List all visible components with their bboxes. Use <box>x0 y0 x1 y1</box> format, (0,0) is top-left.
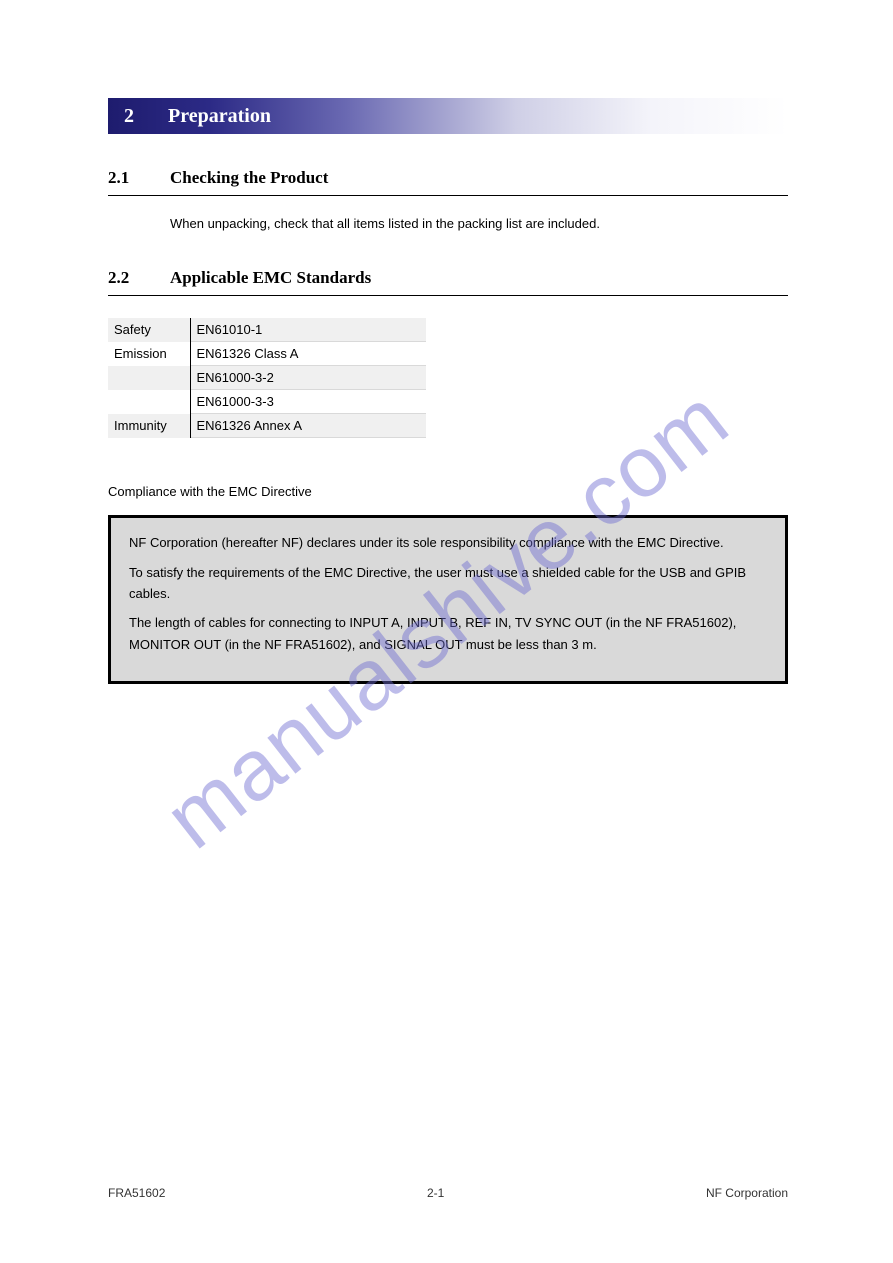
cell-val: EN61000-3-2 <box>190 366 426 390</box>
section-2.2-heading: 2.2 Applicable EMC Standards <box>108 268 788 288</box>
table-row: EN61000-3-3 <box>108 390 426 414</box>
table-row: EN61000-3-2 <box>108 366 426 390</box>
page-footer: FRA51602 2-1 NF Corporation <box>108 1186 788 1200</box>
compliance-p1: NF Corporation (hereafter NF) declares u… <box>129 532 767 553</box>
cell-val: EN61010-1 <box>190 318 426 342</box>
footer-center: 2-1 <box>165 1186 706 1200</box>
footer-left: FRA51602 <box>108 1186 165 1200</box>
compliance-box: NF Corporation (hereafter NF) declares u… <box>108 515 788 684</box>
cell-key <box>108 390 190 414</box>
cell-key: Safety <box>108 318 190 342</box>
chapter-banner: 2 Preparation <box>108 98 788 134</box>
cell-val: EN61326 Class A <box>190 342 426 366</box>
chapter-number: 2 <box>108 105 164 128</box>
section-rule <box>108 295 788 296</box>
table-row: Safety EN61010-1 <box>108 318 426 342</box>
section-body: When unpacking, check that all items lis… <box>170 214 788 234</box>
cell-key: Emission <box>108 342 190 366</box>
section-number: 2.2 <box>108 268 152 288</box>
standards-table: Safety EN61010-1 Emission EN61326 Class … <box>108 318 426 438</box>
section-number: 2.1 <box>108 168 152 188</box>
cell-val: EN61000-3-3 <box>190 390 426 414</box>
table-row: Emission EN61326 Class A <box>108 342 426 366</box>
section-title: Applicable EMC Standards <box>170 268 371 288</box>
cell-key <box>108 366 190 390</box>
compliance-p2: To satisfy the requirements of the EMC D… <box>129 562 767 605</box>
section-title: Checking the Product <box>170 168 328 188</box>
cell-val: EN61326 Annex A <box>190 414 426 438</box>
compliance-p3: The length of cables for connecting to I… <box>129 612 767 655</box>
footer-right: NF Corporation <box>706 1186 788 1200</box>
chapter-title: Preparation <box>164 105 271 128</box>
cell-key: Immunity <box>108 414 190 438</box>
section-rule <box>108 195 788 196</box>
section-2.1-heading: 2.1 Checking the Product <box>108 168 788 188</box>
compliance-lead: Compliance with the EMC Directive <box>108 484 788 499</box>
table-row: Immunity EN61326 Annex A <box>108 414 426 438</box>
